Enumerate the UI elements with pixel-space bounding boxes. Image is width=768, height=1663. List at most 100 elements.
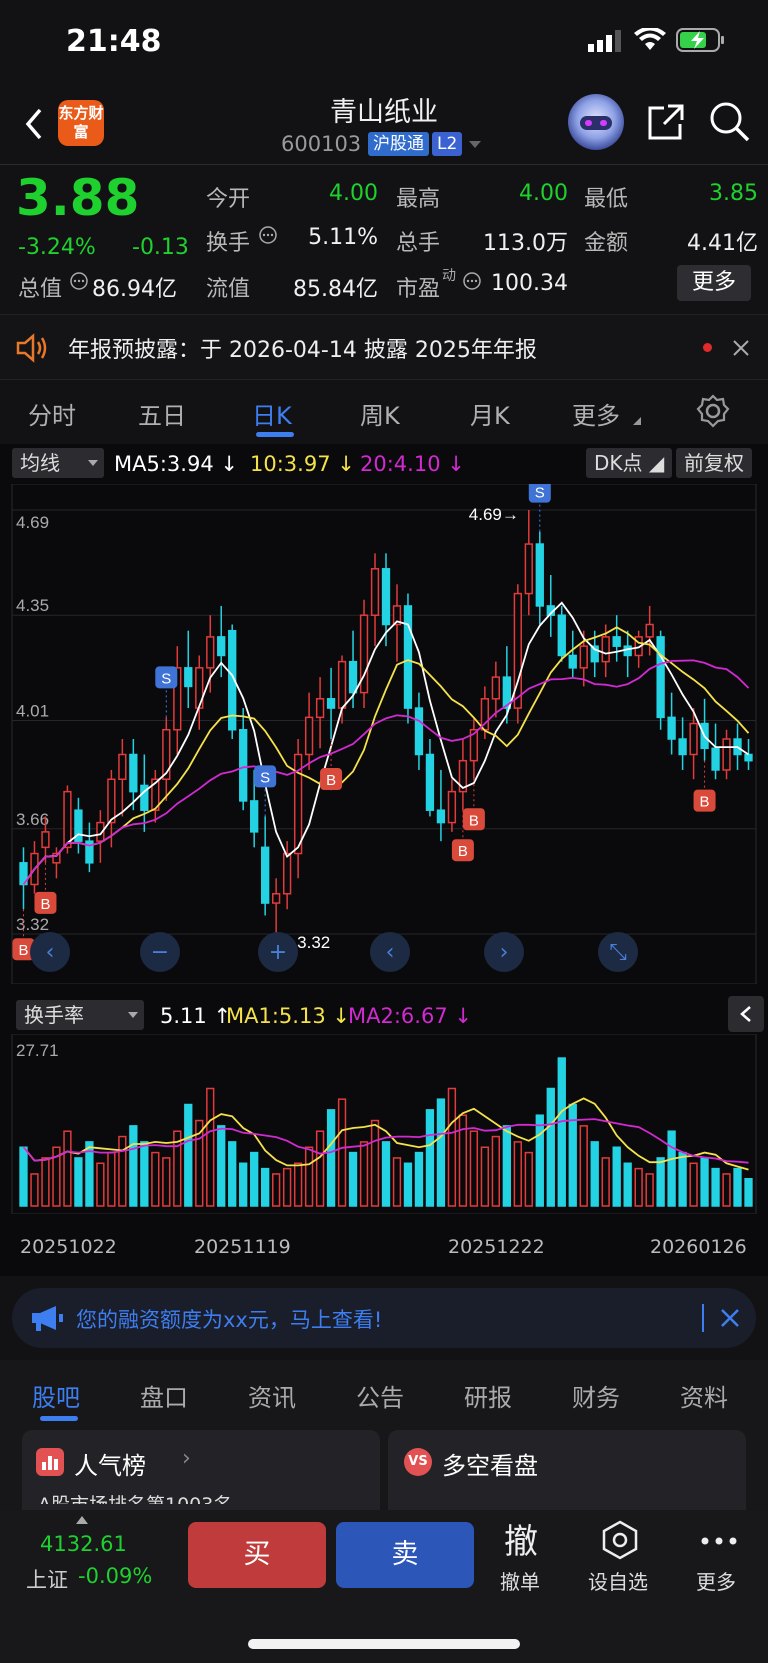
turnover-bar [601,1157,610,1207]
volume-value: 113.0万 [483,231,568,256]
turnover-bar [228,1141,237,1207]
tab-monthly-k[interactable]: 月K [470,396,510,431]
wifi-icon [634,28,666,50]
turnover-bar [700,1157,709,1207]
turnover-bar [184,1103,193,1207]
date-tick-label: 20251119 [194,1236,291,1258]
turnover-bar [326,1109,336,1207]
cancel-order-button[interactable]: 撤 撤单 [496,1514,550,1604]
candle-body [678,738,687,756]
tab-more[interactable]: 更多 [572,396,620,431]
turnover-bar [425,1109,435,1207]
tab-intraday[interactable]: 分时 [28,396,76,431]
kline-chart-area[interactable]: 均线 MA5:3.94 ↓ 10:3.97 ↓ 20:4.10 ↓ DK点 ◢ … [0,444,768,1276]
ma2-legend: MA2:6.67 ↓ [348,1004,472,1028]
candle-body [667,716,676,740]
signal-label: B [18,942,28,959]
margin-banner[interactable]: 您的融资额度为xx元，马上查看! [12,1288,756,1348]
chart-control-icon: ‹ [46,940,55,965]
sell-button[interactable]: 卖 [336,1522,474,1588]
close-icon[interactable] [732,339,750,357]
close-icon[interactable] [720,1308,740,1328]
dk-button[interactable]: DK点 ◢ [586,448,673,478]
chart-control-icon: + [269,940,287,965]
tab-financials[interactable]: 财务 [572,1378,620,1413]
turnover-bar [524,1151,533,1207]
cancel-label: 撤单 [500,1570,540,1594]
tab-news[interactable]: 资讯 [248,1378,296,1413]
tab-profile[interactable]: 资料 [680,1378,728,1413]
dk-label: DK点 [594,451,643,475]
turnover-bar [733,1167,742,1207]
current-price: 3.88 [16,169,140,227]
tab-orderbook[interactable]: 盘口 [140,1378,188,1413]
info-icon[interactable] [258,225,278,245]
adjust-button[interactable]: 前复权 [676,448,752,478]
announcement-text: 年报预披露：于 2026-04-14 披露 2025年年报 [68,338,537,363]
add-watchlist-button[interactable]: 设自选 [584,1514,656,1604]
tab-5day[interactable]: 五日 [138,396,186,431]
share-icon[interactable] [646,102,686,142]
signal-label: S [161,670,171,687]
turnover-bar [557,1057,566,1207]
price-tick-label: 4.69 [16,513,49,532]
info-icon[interactable] [462,271,482,291]
tab-research[interactable]: 研报 [464,1378,512,1413]
turnover-chart[interactable]: 27.71 [0,1034,768,1214]
turnover-bar [667,1130,676,1207]
collapse-button[interactable] [728,996,764,1032]
info-icon[interactable] [69,271,89,291]
tab-forum[interactable]: 股吧 [32,1378,80,1413]
pe-label: 市盈 [396,277,441,302]
candle-body [447,790,457,824]
index-change: -0.09% [78,1564,153,1588]
turnover-bar [722,1173,731,1207]
tab-announcements[interactable]: 公告 [356,1378,404,1413]
date-tick-label: 20251222 [448,1236,545,1258]
popularity-title: 人气榜 [74,1452,146,1480]
turnover-legend-text: 5.11 [160,1004,207,1028]
turnover-bar [480,1146,490,1207]
sub-indicator-select[interactable]: 换手率 [16,1000,144,1030]
turnover-bar [502,1125,511,1207]
dropdown-icon[interactable] [468,140,482,150]
turnover-bar [469,1130,479,1207]
candle-body [568,654,577,669]
date-tick-label: 20260126 [650,1236,747,1258]
caret-up-icon [76,1516,88,1524]
candle-body [184,667,193,688]
assistant-robot-icon[interactable] [568,94,624,150]
turnover-bar [359,1141,369,1207]
indicator-select[interactable]: 均线 [12,448,104,478]
tab-weekly-k[interactable]: 周K [360,396,400,431]
turnover-bar [239,1162,248,1207]
announcement-bar[interactable]: 年报预披露：于 2026-04-14 披露 2025年年报 [0,314,768,380]
candle-body [722,738,731,771]
turnover-bar [370,1119,380,1207]
candle-body [206,636,215,669]
candle-body [623,645,632,657]
turnover-bar [535,1114,544,1207]
price-chart[interactable]: 4.694.354.013.663.324.69→←3.32BBSS BBBSB‹… [0,484,768,984]
more-button[interactable]: 更多 [692,1514,746,1604]
floatcap-label: 流值 [206,277,251,302]
turnover-bar [414,1151,424,1207]
amount-value: 4.41亿 [687,231,758,256]
turnover-label: 换手 [206,231,251,256]
buy-button[interactable]: 买 [188,1522,326,1588]
index-value[interactable]: 4132.61 [40,1532,127,1556]
popularity-card[interactable]: 人气榜 › A股市场排名第1003名 [22,1430,380,1510]
turnover-bar [107,1151,116,1207]
rank-icon [36,1448,64,1476]
candle-body [271,893,281,904]
more-quote-button[interactable]: 更多 [677,265,751,301]
bull-bear-card[interactable]: VS 多空看盘 [388,1430,746,1510]
search-icon[interactable] [708,100,752,144]
date-tick-label: 20251022 [20,1236,117,1258]
sub-indicator-label: 换手率 [24,1003,84,1027]
tab-daily-k[interactable]: 日K [252,396,292,431]
ma20-legend-text: 20:4.10 [360,452,441,476]
settings-icon[interactable] [696,394,730,428]
turnover-legend: 5.11 ↑ [160,1004,232,1028]
turnover-bar [151,1151,160,1207]
